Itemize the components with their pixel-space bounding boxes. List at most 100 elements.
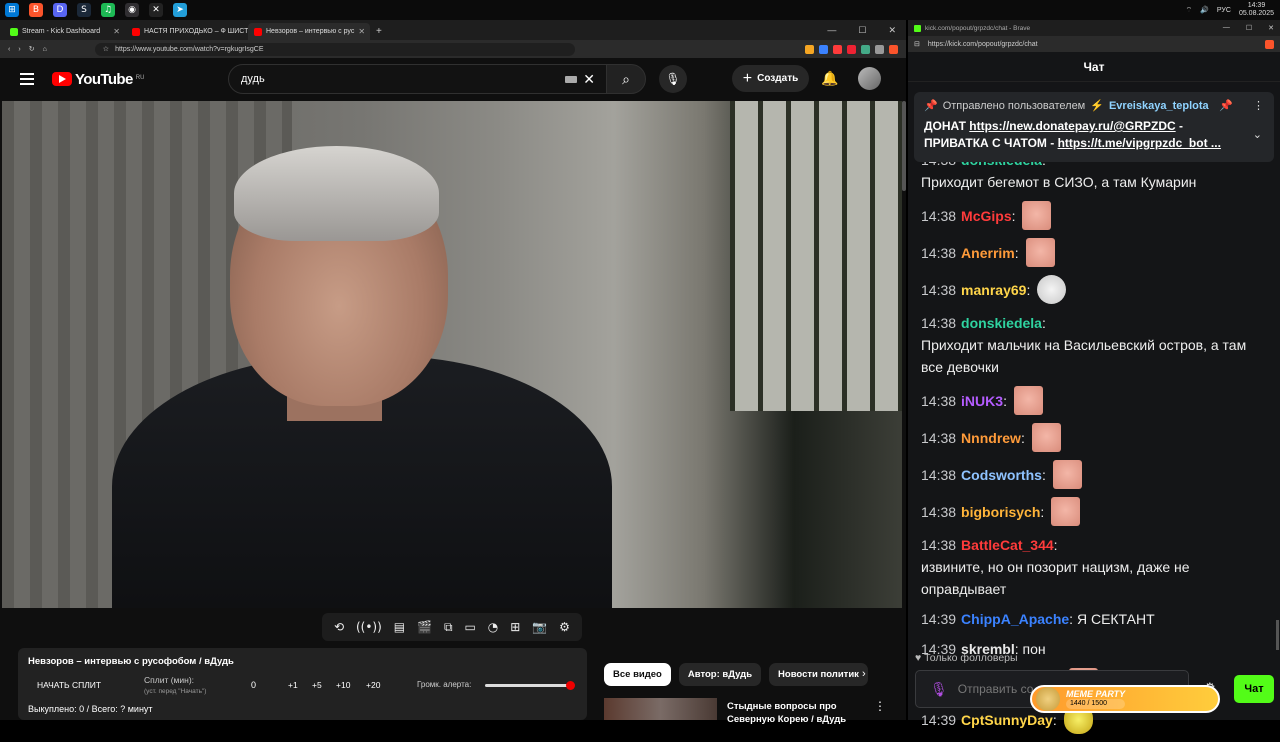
capcut-icon[interactable]: ✕ (149, 3, 163, 17)
broadcast-icon[interactable]: ((•)) (356, 620, 382, 634)
message-username[interactable]: Anerrim (961, 242, 1015, 264)
menu-icon[interactable] (20, 73, 34, 85)
chip-politics[interactable]: Новости политик (769, 663, 868, 686)
volume-icon[interactable]: 🔊 (1200, 6, 1209, 14)
page-scrollbar[interactable] (902, 101, 906, 191)
face-emote-icon[interactable] (1031, 423, 1061, 452)
avatar[interactable] (858, 67, 881, 90)
telegram-link[interactable]: https://t.me/vipgrpzdc_bot ... (1058, 136, 1221, 150)
close-icon[interactable]: ✕ (1268, 24, 1274, 32)
extension-icon[interactable] (861, 44, 870, 54)
clear-search-icon[interactable]: ✕ (583, 71, 595, 88)
bookmark-icon[interactable]: ☆ (103, 45, 109, 53)
pinned-user[interactable]: Evreiskaya_teplota (1109, 100, 1209, 112)
loop-icon[interactable]: ⟲ (334, 620, 344, 634)
site-info-icon[interactable]: ⊟ (914, 40, 920, 48)
mic-icon[interactable]: 🎙 (930, 681, 948, 698)
notifications-bell-icon[interactable]: 🔔 (821, 70, 838, 87)
close-icon[interactable]: ✕ (888, 25, 896, 36)
more-options-icon[interactable]: ⋮ (1253, 99, 1264, 112)
wifi-icon[interactable]: ⌔ (1186, 6, 1193, 15)
add-1-button[interactable]: +1 (288, 680, 298, 690)
message-username[interactable]: Nnndrew (961, 427, 1021, 449)
language-indicator[interactable]: РУС (1217, 7, 1231, 14)
slider-knob[interactable] (566, 681, 575, 690)
reload-icon[interactable]: ↻ (29, 45, 35, 53)
browser-tab[interactable]: НАСТЯ ПРИХОДЬКО – Ф ШИСТК✕ (126, 23, 248, 40)
clapper-icon[interactable]: 🎬 (417, 620, 432, 634)
add-20-button[interactable]: +20 (366, 680, 380, 690)
start-split-button[interactable]: НАЧАТЬ СПЛИТ (37, 680, 101, 690)
cat-emote-icon[interactable] (1037, 275, 1067, 304)
chevron-down-icon[interactable]: ⌄ (1253, 128, 1262, 141)
browser-tab[interactable]: Stream - Kick Dashboard ✕ (4, 23, 126, 40)
donate-link[interactable]: https://new.donatepay.ru/@GRPZDC (969, 119, 1175, 133)
add-5-button[interactable]: +5 (312, 680, 322, 690)
message-username[interactable]: donskiedela (961, 312, 1042, 334)
add-10-button[interactable]: +10 (336, 680, 350, 690)
create-button[interactable]: + Создать (732, 65, 809, 92)
telegram-icon[interactable]: ➤ (173, 3, 187, 17)
close-tab-icon[interactable]: ✕ (113, 27, 120, 36)
chevron-right-icon[interactable]: › (862, 668, 866, 680)
message-username[interactable]: ChippA_Apache (961, 608, 1069, 630)
playlist-icon[interactable]: ▤ (394, 620, 405, 634)
brave-icon[interactable]: B (29, 3, 43, 17)
screenshot-icon[interactable]: 📷 (532, 620, 547, 634)
face-emote-icon[interactable] (1013, 386, 1043, 415)
send-chat-button[interactable]: Чат (1234, 675, 1274, 703)
message-username[interactable]: BattleCat_344 (961, 534, 1054, 556)
browser-tab[interactable]: Невзоров – интервью с рус ✕ (248, 23, 370, 40)
face-emote-icon[interactable] (1022, 201, 1052, 230)
back-icon[interactable]: ‹ (8, 46, 10, 53)
extension-icon[interactable] (819, 44, 828, 54)
extension-icon[interactable] (875, 44, 884, 54)
pip-icon[interactable]: ⧉ (444, 620, 453, 635)
extension-icon[interactable] (805, 44, 814, 54)
chip-all-videos[interactable]: Все видео (604, 663, 671, 686)
extension-icon[interactable] (847, 44, 856, 54)
settings-gear-icon[interactable]: ⚙ (559, 620, 570, 634)
keyboard-icon[interactable] (565, 75, 578, 83)
message-username[interactable]: manray69 (961, 279, 1026, 301)
maximize-icon[interactable]: ☐ (1246, 24, 1252, 32)
discord-icon[interactable]: D (53, 3, 67, 17)
home-icon[interactable]: ⌂ (43, 46, 47, 53)
speed-icon[interactable]: ◔ (488, 620, 498, 634)
chip-author[interactable]: Автор: вДудь (678, 663, 762, 686)
face-emote-icon[interactable] (1025, 238, 1055, 267)
message-username[interactable]: McGips (961, 205, 1012, 227)
clock[interactable]: 14:39 05.08.2025 (1239, 2, 1274, 18)
forward-icon[interactable]: › (18, 46, 20, 53)
brave-shield-icon[interactable] (1265, 39, 1274, 49)
windows-start-icon[interactable]: ⊞ (5, 3, 19, 17)
message-username[interactable]: Codsworths (961, 464, 1042, 486)
alert-volume-slider[interactable] (485, 681, 575, 690)
recommended-title[interactable]: Стыдные вопросы про Северную Корею / вДу… (727, 700, 857, 726)
face-emote-icon[interactable] (1051, 497, 1081, 526)
new-tab-button[interactable]: + (376, 26, 382, 37)
close-tab-icon[interactable]: ✕ (358, 27, 365, 36)
message-username[interactable]: iNUK3 (961, 390, 1003, 412)
unpin-icon[interactable]: 📌 (1219, 99, 1233, 112)
obs-icon[interactable]: ◉ (125, 3, 139, 17)
maximize-icon[interactable]: ☐ (858, 25, 866, 36)
cinema-icon[interactable]: ▭ (464, 620, 475, 634)
extension-icon[interactable] (833, 44, 842, 54)
add-icon[interactable]: ⊞ (510, 620, 520, 634)
minimize-icon[interactable]: — (1223, 24, 1230, 32)
youtube-logo[interactable]: YouTube RU (52, 71, 144, 88)
search-button[interactable]: ⌕ (606, 64, 646, 94)
face-emote-icon[interactable] (1052, 460, 1082, 489)
url-field[interactable]: ☆ https://www.youtube.com/watch?v=rgkugr… (94, 42, 575, 56)
search-input[interactable]: дудь ✕ (228, 64, 608, 94)
chat-scrollbar[interactable] (1276, 620, 1279, 650)
steam-icon[interactable]: S (77, 3, 91, 17)
spotify-icon[interactable]: ♫ (101, 3, 115, 17)
voice-search-button[interactable]: 🎙 (659, 65, 687, 93)
minimize-icon[interactable]: — (827, 25, 836, 36)
video-player[interactable] (2, 101, 902, 608)
more-options-icon[interactable]: ⋮ (874, 699, 886, 713)
recommended-thumbnail[interactable] (604, 698, 717, 720)
message-username[interactable]: bigborisych (961, 501, 1040, 523)
